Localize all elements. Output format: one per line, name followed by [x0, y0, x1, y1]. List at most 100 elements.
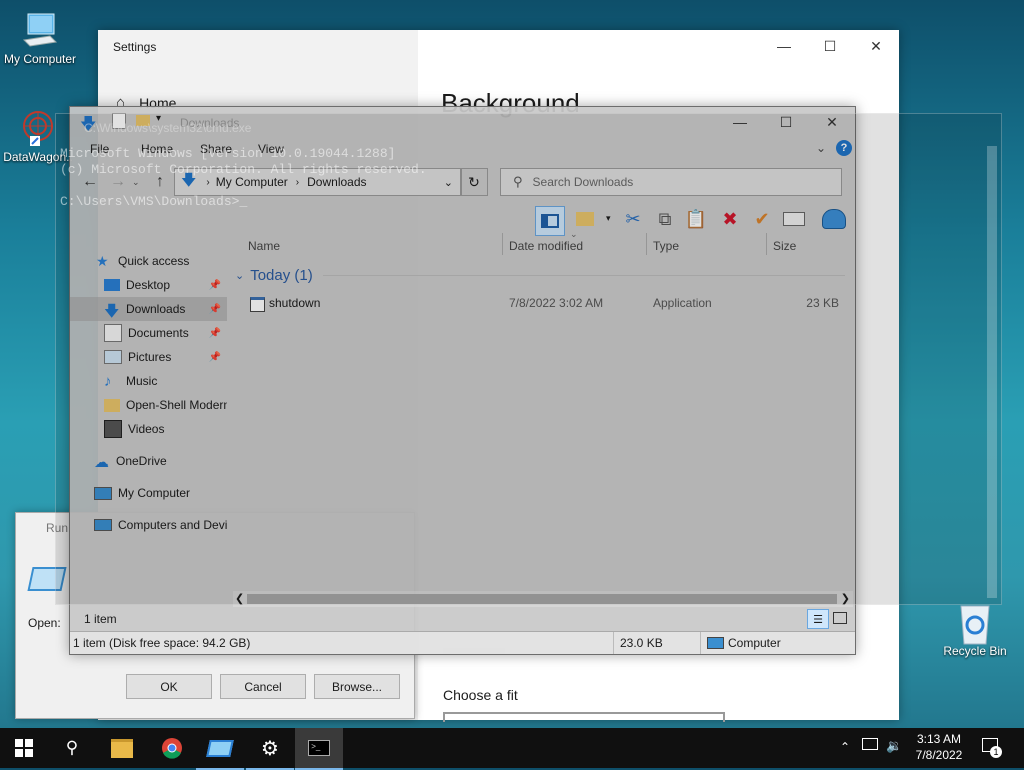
nav-label: OneDrive	[116, 454, 167, 468]
show-hidden-icons-chevron-icon[interactable]: ⌃	[840, 740, 850, 754]
back-icon[interactable]: ←	[82, 173, 98, 191]
open-shell-button[interactable]	[822, 207, 846, 231]
nav-music[interactable]: ♪ Music	[70, 369, 227, 393]
download-arrow-icon: 🡇	[181, 171, 197, 189]
pin-icon[interactable]: 📌	[209, 280, 221, 291]
cut-button[interactable]: ✂	[621, 207, 645, 231]
column-header-type[interactable]: Type	[653, 239, 679, 253]
browse-button[interactable]: Browse...	[314, 674, 400, 699]
nav-pictures[interactable]: Pictures 📌	[70, 345, 227, 369]
large-icons-view-button[interactable]	[831, 609, 849, 627]
action-center-button[interactable]: 1	[980, 738, 1002, 758]
nav-documents[interactable]: Documents 📌	[70, 321, 227, 345]
refresh-button[interactable]: ↻	[460, 168, 488, 196]
large-icons-view-icon	[833, 612, 847, 624]
details-view-button[interactable]: ☰	[807, 609, 829, 629]
scrollbar-thumb[interactable]	[247, 594, 837, 604]
nav-label: Pictures	[128, 350, 172, 364]
ok-button[interactable]: OK	[126, 674, 212, 699]
desktop-icon-recycle-bin[interactable]: Recycle Bin	[935, 602, 1015, 658]
folder-icon	[104, 398, 120, 412]
column-header-date[interactable]: Date modified	[509, 239, 583, 253]
clock[interactable]: 3:13 AM 7/8/2022	[908, 731, 970, 763]
taskbar-cmd[interactable]: >_	[295, 728, 343, 770]
dropdown-icon[interactable]: ▾	[606, 213, 611, 224]
nav-open-shell-modern[interactable]: Open-Shell Modern	[70, 393, 227, 417]
network-icon	[94, 519, 112, 531]
taskbar-settings[interactable]: ⚙	[246, 728, 294, 770]
tab-view[interactable]: View	[258, 142, 284, 156]
apply-button[interactable]: ✔	[750, 207, 774, 231]
clipboard-icon: 📋	[684, 208, 708, 229]
tab-file[interactable]: File	[90, 142, 109, 156]
nav-downloads[interactable]: 🡇 Downloads 📌	[70, 297, 227, 321]
tab-home[interactable]: Home	[141, 142, 173, 156]
group-header-today[interactable]: ⌄ Today (1)	[235, 267, 845, 284]
help-icon[interactable]: ?	[836, 140, 852, 156]
nav-desktop[interactable]: Desktop 📌	[70, 273, 227, 297]
nav-computers-devices[interactable]: Computers and Devic	[70, 513, 227, 537]
desktop-icon-datawagon[interactable]: DataWagon..	[0, 108, 78, 164]
up-icon[interactable]: ↑	[156, 173, 164, 191]
cancel-button[interactable]: Cancel	[220, 674, 306, 699]
network-icon[interactable]	[862, 738, 878, 750]
preview-pane-button[interactable]	[535, 206, 565, 236]
terminal-icon: >_	[308, 740, 330, 756]
copy-button[interactable]: ⧉	[653, 207, 677, 231]
volume-icon[interactable]: 🔉	[886, 738, 902, 754]
nav-onedrive[interactable]: ☁ OneDrive	[70, 449, 227, 473]
search-box[interactable]: ⚲ Search Downloads	[500, 168, 842, 196]
run-title: Run	[46, 521, 69, 535]
run-icon	[206, 739, 234, 757]
delete-button[interactable]: ✖	[718, 207, 742, 231]
maximize-icon[interactable]: ☐	[807, 30, 853, 62]
pin-icon[interactable]: 📌	[209, 304, 221, 315]
new-folder-button[interactable]	[573, 207, 597, 231]
computer-icon	[94, 486, 112, 500]
pin-icon[interactable]: 📌	[209, 352, 221, 363]
file-row[interactable]: shutdown 7/8/2022 3:02 AM Application 23…	[248, 294, 848, 314]
desktop-icon-my-computer[interactable]: My Computer	[0, 10, 80, 66]
tab-share[interactable]: Share	[200, 142, 232, 156]
nav-quick-access[interactable]: ★ Quick access	[70, 249, 227, 273]
maximize-icon[interactable]: ☐	[763, 107, 809, 137]
run-icon	[27, 567, 67, 591]
address-dropdown-icon[interactable]: ⌄	[444, 176, 453, 189]
nav-videos[interactable]: Videos	[70, 417, 227, 441]
column-header-name[interactable]: Name	[248, 239, 280, 253]
cmd-scrollbar[interactable]	[987, 146, 997, 598]
taskbar-chrome[interactable]	[148, 728, 196, 768]
close-icon[interactable]: ✕	[853, 30, 899, 62]
seashell-icon	[822, 209, 846, 229]
breadcrumb-my-computer[interactable]: My Computer	[216, 175, 288, 189]
scroll-left-icon[interactable]: ❮	[235, 592, 244, 605]
horizontal-scrollbar[interactable]: ❮ ❯	[233, 591, 853, 607]
forward-icon[interactable]: →	[110, 173, 126, 191]
nav-my-computer[interactable]: My Computer	[70, 481, 227, 505]
minimize-icon[interactable]: —	[761, 30, 807, 62]
column-header-size[interactable]: Size	[773, 239, 796, 253]
file-name: shutdown	[269, 296, 321, 310]
start-button[interactable]	[0, 728, 48, 768]
close-icon[interactable]: ✕	[809, 107, 855, 137]
ribbon-expand-icon[interactable]: ⌄	[816, 141, 826, 155]
fit-dropdown[interactable]	[443, 712, 725, 722]
breadcrumb-downloads[interactable]: Downloads	[307, 175, 366, 189]
search-input[interactable]: Search Downloads	[533, 175, 634, 189]
datawagon-icon	[18, 108, 58, 148]
minimize-icon[interactable]: —	[717, 107, 763, 137]
scissors-icon: ✂	[625, 208, 641, 229]
pin-icon[interactable]: 📌	[209, 328, 221, 339]
taskbar-file-explorer[interactable]	[98, 728, 146, 768]
search-button[interactable]: ⚲	[48, 728, 96, 768]
folder-icon	[111, 738, 133, 758]
status-divider	[613, 632, 614, 654]
recent-dropdown-icon[interactable]: ⌄	[132, 177, 140, 188]
taskbar-run[interactable]	[196, 728, 244, 770]
scroll-right-icon[interactable]: ❯	[841, 592, 850, 605]
clock-date: 7/8/2022	[915, 748, 963, 762]
rename-button[interactable]	[782, 207, 806, 231]
computer-icon	[20, 10, 60, 50]
address-bar[interactable]: 🡇 › My Computer › Downloads ⌄	[174, 168, 462, 196]
paste-button[interactable]: 📋	[684, 207, 708, 231]
